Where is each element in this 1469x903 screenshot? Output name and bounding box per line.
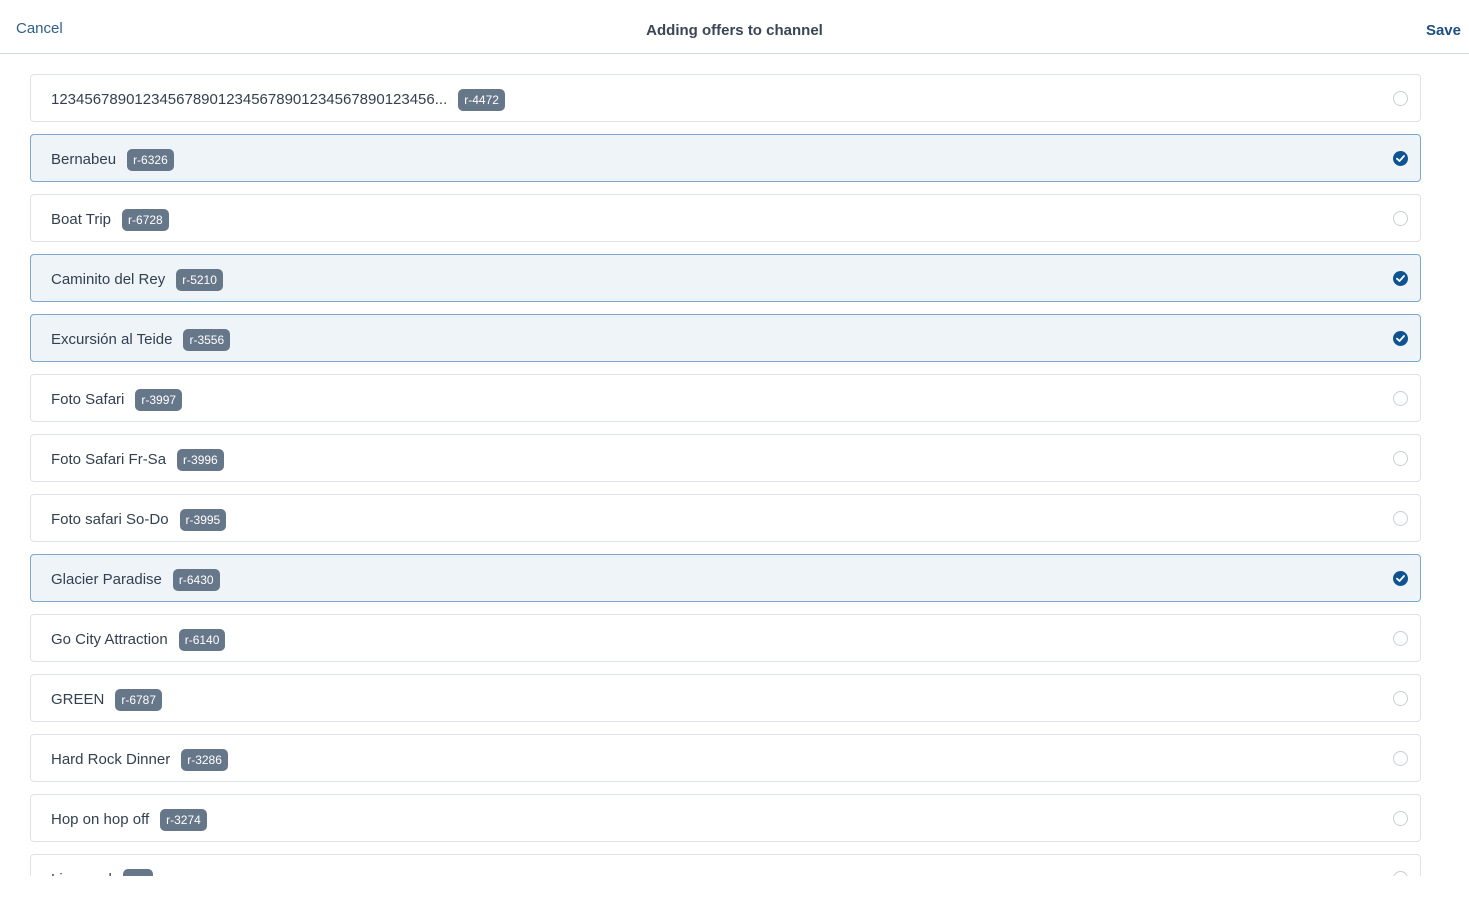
offer-row-content: Bernabeu r-6326 [51,147,174,171]
offer-row[interactable]: Boat Trip r-6728 [30,194,1421,242]
offer-code-badge: r-3274 [160,809,207,831]
page-title: Adding offers to channel [646,22,823,39]
radio-icon[interactable] [1393,691,1408,706]
offer-row-content: Boat Trip r-6728 [51,207,169,231]
checked-radio-icon[interactable] [1393,331,1408,346]
offer-name: Foto safari So-Do [51,510,169,528]
offer-name: Glacier Paradise [51,570,162,588]
offer-row[interactable]: 1234567890123456789012345678901234567890… [30,74,1421,122]
radio-icon[interactable] [1393,91,1408,106]
offer-name: Foto Safari Fr-Sa [51,450,167,468]
checked-radio-icon[interactable] [1393,271,1408,286]
offer-row-content: Foto Safari Fr-Sa r-3996 [51,447,224,471]
offer-row[interactable]: Go City Attraction r-6140 [30,614,1421,662]
radio-icon[interactable] [1393,751,1408,766]
top-bar: Cancel Adding offers to channel Save [0,0,1469,54]
offer-row-content: Hop on hop off r-3274 [51,807,207,831]
offer-name: Caminito del Rey [51,270,166,288]
offer-code-badge: r-5210 [176,269,223,291]
offer-row[interactable]: Bernabeu r-6326 [30,134,1421,182]
offer-row[interactable]: Foto Safari r-3997 [30,374,1421,422]
offer-code-badge: r-... [122,869,153,876]
offer-row[interactable]: Glacier Paradise r-6430 [30,554,1421,602]
offer-name: Go City Attraction [51,630,168,648]
offer-row[interactable]: Hop on hop off r-3274 [30,794,1421,842]
offer-row[interactable]: Foto safari So-Do r-3995 [30,494,1421,542]
offer-row-content: Excursión al Teide r-3556 [51,327,231,351]
offer-name: Foto Safari [51,390,125,408]
offer-row-content: Caminito del Rey r-5210 [51,267,223,291]
offer-row[interactable]: Hard Rock Dinner r-3286 [30,734,1421,782]
offer-name: 1234567890123456789012345678901234567890… [51,90,448,108]
offer-row-content: GREEN r-6787 [51,687,163,711]
radio-icon[interactable] [1393,451,1408,466]
offer-row-content: 1234567890123456789012345678901234567890… [51,87,505,111]
offer-row[interactable]: Caminito del Rey r-5210 [30,254,1421,302]
offer-code-badge: r-6430 [172,569,220,591]
offer-name: Liverpool [51,871,112,877]
offer-row[interactable]: GREEN r-6787 [30,674,1421,722]
save-button[interactable]: Save [1426,22,1461,39]
offer-code-badge: r-6728 [122,209,169,231]
offer-code-badge: r-6787 [115,689,163,711]
offer-row-content: Foto safari So-Do r-3995 [51,507,227,531]
offer-code-badge: r-4472 [458,89,505,111]
radio-icon[interactable] [1393,211,1408,226]
offer-code-badge: r-3997 [135,389,183,411]
offer-name: Bernabeu [51,150,117,168]
radio-icon[interactable] [1393,631,1408,646]
radio-icon[interactable] [1393,871,1408,876]
offer-code-badge: r-3556 [183,329,231,351]
offer-row[interactable]: Liverpool r-... [30,854,1421,876]
offer-list: 1234567890123456789012345678901234567890… [30,74,1423,876]
offer-code-badge: r-3286 [181,749,228,771]
radio-icon[interactable] [1393,811,1408,826]
checked-radio-icon[interactable] [1393,571,1408,586]
offer-row-content: Hard Rock Dinner r-3286 [51,747,228,771]
offer-name: Boat Trip [51,210,112,228]
offer-row-content: Liverpool r-... [51,867,153,876]
offer-name: Hard Rock Dinner [51,750,171,768]
offer-row-content: Foto Safari r-3997 [51,387,183,411]
checked-radio-icon[interactable] [1393,151,1408,166]
offer-code-badge: r-3995 [179,509,227,531]
radio-icon[interactable] [1393,511,1408,526]
offer-row[interactable]: Excursión al Teide r-3556 [30,314,1421,362]
offer-name: Hop on hop off [51,810,150,828]
offer-code-badge: r-3996 [177,449,224,471]
offer-code-badge: r-6140 [178,629,226,651]
offer-name: GREEN [51,690,105,708]
offer-code-badge: r-6326 [127,149,174,171]
offer-row-content: Glacier Paradise r-6430 [51,567,220,591]
offer-name: Excursión al Teide [51,330,173,348]
offer-row-content: Go City Attraction r-6140 [51,627,226,651]
radio-icon[interactable] [1393,391,1408,406]
offer-row[interactable]: Foto Safari Fr-Sa r-3996 [30,434,1421,482]
